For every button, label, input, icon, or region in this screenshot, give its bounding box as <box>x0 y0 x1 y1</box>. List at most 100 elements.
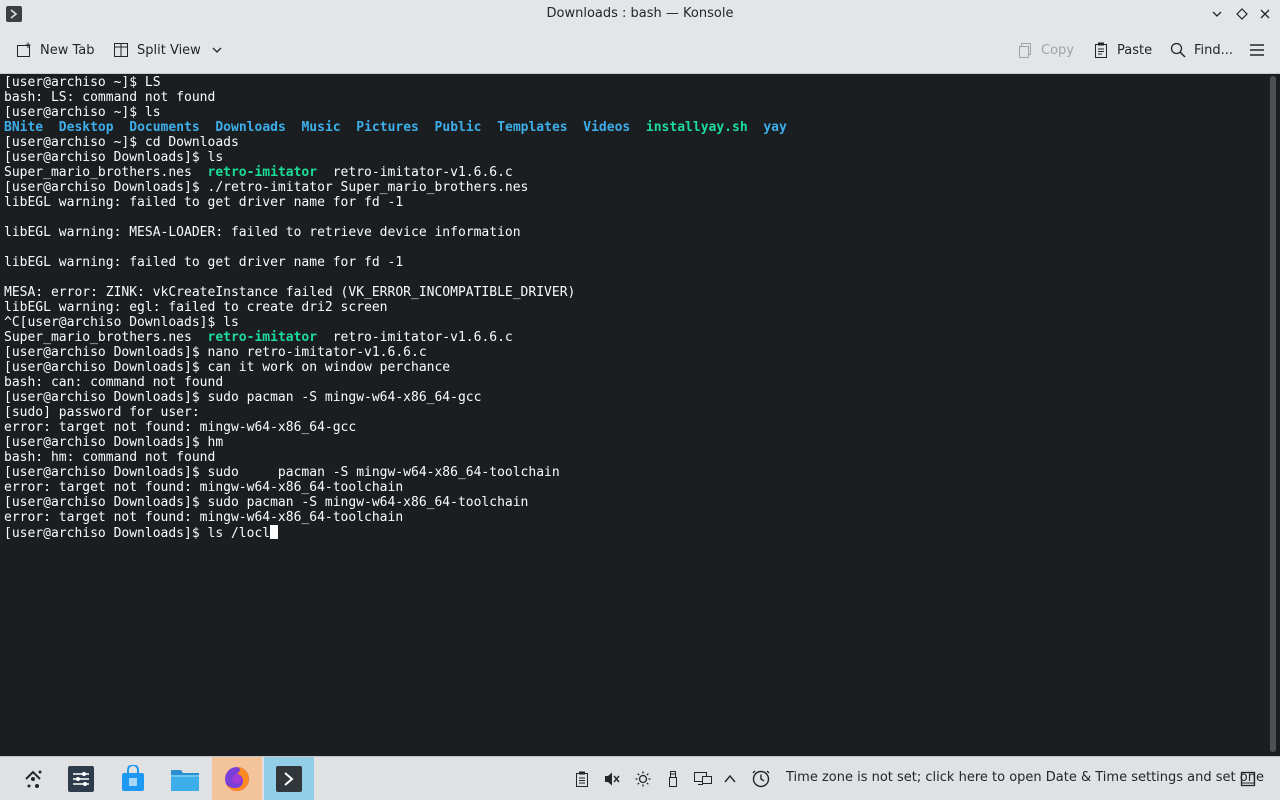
terminal-line: error: target not found: mingw-w64-x86_6… <box>4 480 787 495</box>
terminal-text: [user@archiso ~]$ cd Downloads <box>4 135 239 150</box>
file-manager-icon <box>171 770 199 791</box>
taskbar-discover[interactable] <box>108 757 158 800</box>
directory-entry: Desktop <box>58 120 114 135</box>
terminal-text: libEGL warning: egl: failed to create dr… <box>4 300 388 315</box>
directory-entry: Documents <box>129 120 200 135</box>
terminal-line: libEGL warning: failed to get driver nam… <box>4 195 787 210</box>
title-bar: Downloads : bash — Konsole <box>0 0 1280 28</box>
terminal-text: libEGL warning: MESA-LOADER: failed to r… <box>4 225 521 240</box>
taskbar-konsole[interactable] <box>264 757 314 800</box>
terminal-text: [sudo] password for user: <box>4 405 200 420</box>
terminal-line: [sudo] password for user: <box>4 405 787 420</box>
terminal-text: Super_mario_brothers.nes <box>4 330 208 345</box>
minimize-button[interactable] <box>1208 5 1226 23</box>
copy-button[interactable]: Copy <box>1017 39 1074 61</box>
paste-button[interactable]: Paste <box>1093 39 1152 61</box>
terminal-text: error: target not found: mingw-w64-x86_6… <box>4 420 357 435</box>
terminal-output: [user@archiso ~]$ LS bash: LS: command no… <box>4 75 787 541</box>
executable-entry: retro-imitator <box>207 165 318 180</box>
copy-icon <box>1017 42 1033 58</box>
directory-entry: BNite <box>4 120 44 135</box>
terminal-line: [user@archiso Downloads]$ sudo pacman -S… <box>4 495 787 510</box>
directory-entry: Public <box>434 120 482 135</box>
konsole-icon <box>276 766 302 792</box>
scrollbar-thumb[interactable] <box>1270 76 1276 752</box>
taskbar-app-launcher[interactable] <box>8 757 58 800</box>
text-cursor <box>270 525 279 539</box>
terminal-text: [user@archiso Downloads]$ can it work on… <box>4 360 451 375</box>
volume-muted-icon[interactable] <box>603 770 621 788</box>
diamond-icon <box>1236 8 1248 20</box>
terminal-line: [user@archiso Downloads]$ sudo pacman -S… <box>4 465 787 480</box>
terminal-line: error: target not found: mingw-w64-x86_6… <box>4 420 787 435</box>
terminal-line: [user@archiso ~]$ ls <box>4 105 787 120</box>
find-button[interactable]: Find... <box>1170 39 1233 61</box>
split-view-button[interactable]: Split View <box>113 39 223 61</box>
clock-timezone-message[interactable]: Time zone is not set; click here to open… <box>786 770 1264 785</box>
system-settings-icon <box>68 766 94 792</box>
find-label: Find... <box>1194 42 1234 58</box>
terminal-text: ^C[user@archiso Downloads]$ ls <box>4 315 239 330</box>
terminal-text: [user@archiso Downloads]$ ls <box>4 150 224 165</box>
terminal-text: [user@archiso ~]$ LS <box>4 75 161 90</box>
terminal-line: libEGL warning: egl: failed to create dr… <box>4 300 787 315</box>
taskbar-firefox[interactable] <box>212 757 262 800</box>
new-tab-label: New Tab <box>40 42 95 58</box>
terminal-line: Super_mario_brothers.nes retro-imitator … <box>4 165 787 180</box>
show-desktop-icon[interactable] <box>1239 770 1257 788</box>
terminal-line: bash: LS: command not found <box>4 90 787 105</box>
terminal-line: [user@archiso Downloads]$ ls <box>4 150 787 165</box>
split-view-icon <box>113 42 129 58</box>
terminal-text: bash: hm: command not found <box>4 450 216 465</box>
terminal-text: [user@archiso Downloads]$ ls /locl <box>4 526 271 541</box>
terminal-line: bash: hm: command not found <box>4 450 787 465</box>
terminal-text: [user@archiso Downloads]$ nano retro-imi… <box>4 345 427 360</box>
terminal-scrollbar[interactable] <box>1266 74 1280 756</box>
terminal-line: [user@archiso Downloads]$ nano retro-imi… <box>4 345 787 360</box>
taskbar-file-manager[interactable] <box>160 757 210 800</box>
terminal-text: bash: can: command not found <box>4 375 224 390</box>
terminal-text: Super_mario_brothers.nes <box>4 165 208 180</box>
maximize-button[interactable] <box>1233 5 1251 23</box>
hamburger-menu-icon <box>1249 42 1265 58</box>
terminal-line: [user@archiso Downloads]$ ls /locl <box>4 525 787 541</box>
new-tab-icon <box>16 42 32 58</box>
search-icon <box>1170 42 1186 58</box>
chevron-down-icon[interactable] <box>211 44 223 56</box>
copy-label: Copy <box>1041 42 1074 58</box>
show-hidden-icons-chevron-up-icon[interactable] <box>721 770 739 788</box>
hamburger-menu-button[interactable] <box>1249 39 1265 61</box>
terminal-view[interactable]: [user@archiso ~]$ LS bash: LS: command no… <box>0 74 1266 756</box>
terminal-line: libEGL warning: failed to get driver nam… <box>4 255 787 270</box>
discover-store-icon <box>122 765 144 791</box>
close-button[interactable] <box>1256 5 1274 23</box>
terminal-text: [user@archiso Downloads]$ sudo pacman -S… <box>4 390 482 405</box>
removable-device-icon[interactable] <box>664 770 682 788</box>
clock-warning-icon[interactable] <box>752 770 770 788</box>
taskbar-system-settings[interactable] <box>56 757 106 800</box>
executable-entry: retro-imitator <box>207 330 318 345</box>
terminal-line: error: target not found: mingw-w64-x86_6… <box>4 510 787 525</box>
brightness-icon[interactable] <box>634 770 652 788</box>
directory-entry: Videos <box>583 120 631 135</box>
terminal-text: [user@archiso Downloads]$ sudo pacman -S… <box>4 465 560 480</box>
terminal-text: [user@archiso ~]$ ls <box>4 105 161 120</box>
terminal-text: [user@archiso Downloads]$ hm <box>4 435 224 450</box>
terminal-text: error: target not found: mingw-w64-x86_6… <box>4 480 404 495</box>
network-wired-icon[interactable] <box>694 770 712 788</box>
clipboard-tray-icon[interactable] <box>573 770 591 788</box>
directory-entry: Pictures <box>356 120 419 135</box>
paste-icon <box>1093 42 1109 58</box>
firefox-icon <box>225 767 249 791</box>
split-view-label: Split View <box>137 42 201 58</box>
new-tab-button[interactable]: New Tab <box>16 39 95 61</box>
toolbar: New Tab Split View Copy Paste Find... <box>0 28 1280 74</box>
window-title: Downloads : bash — Konsole <box>546 6 734 21</box>
taskbar: Time zone is not set; click here to open… <box>0 756 1280 800</box>
